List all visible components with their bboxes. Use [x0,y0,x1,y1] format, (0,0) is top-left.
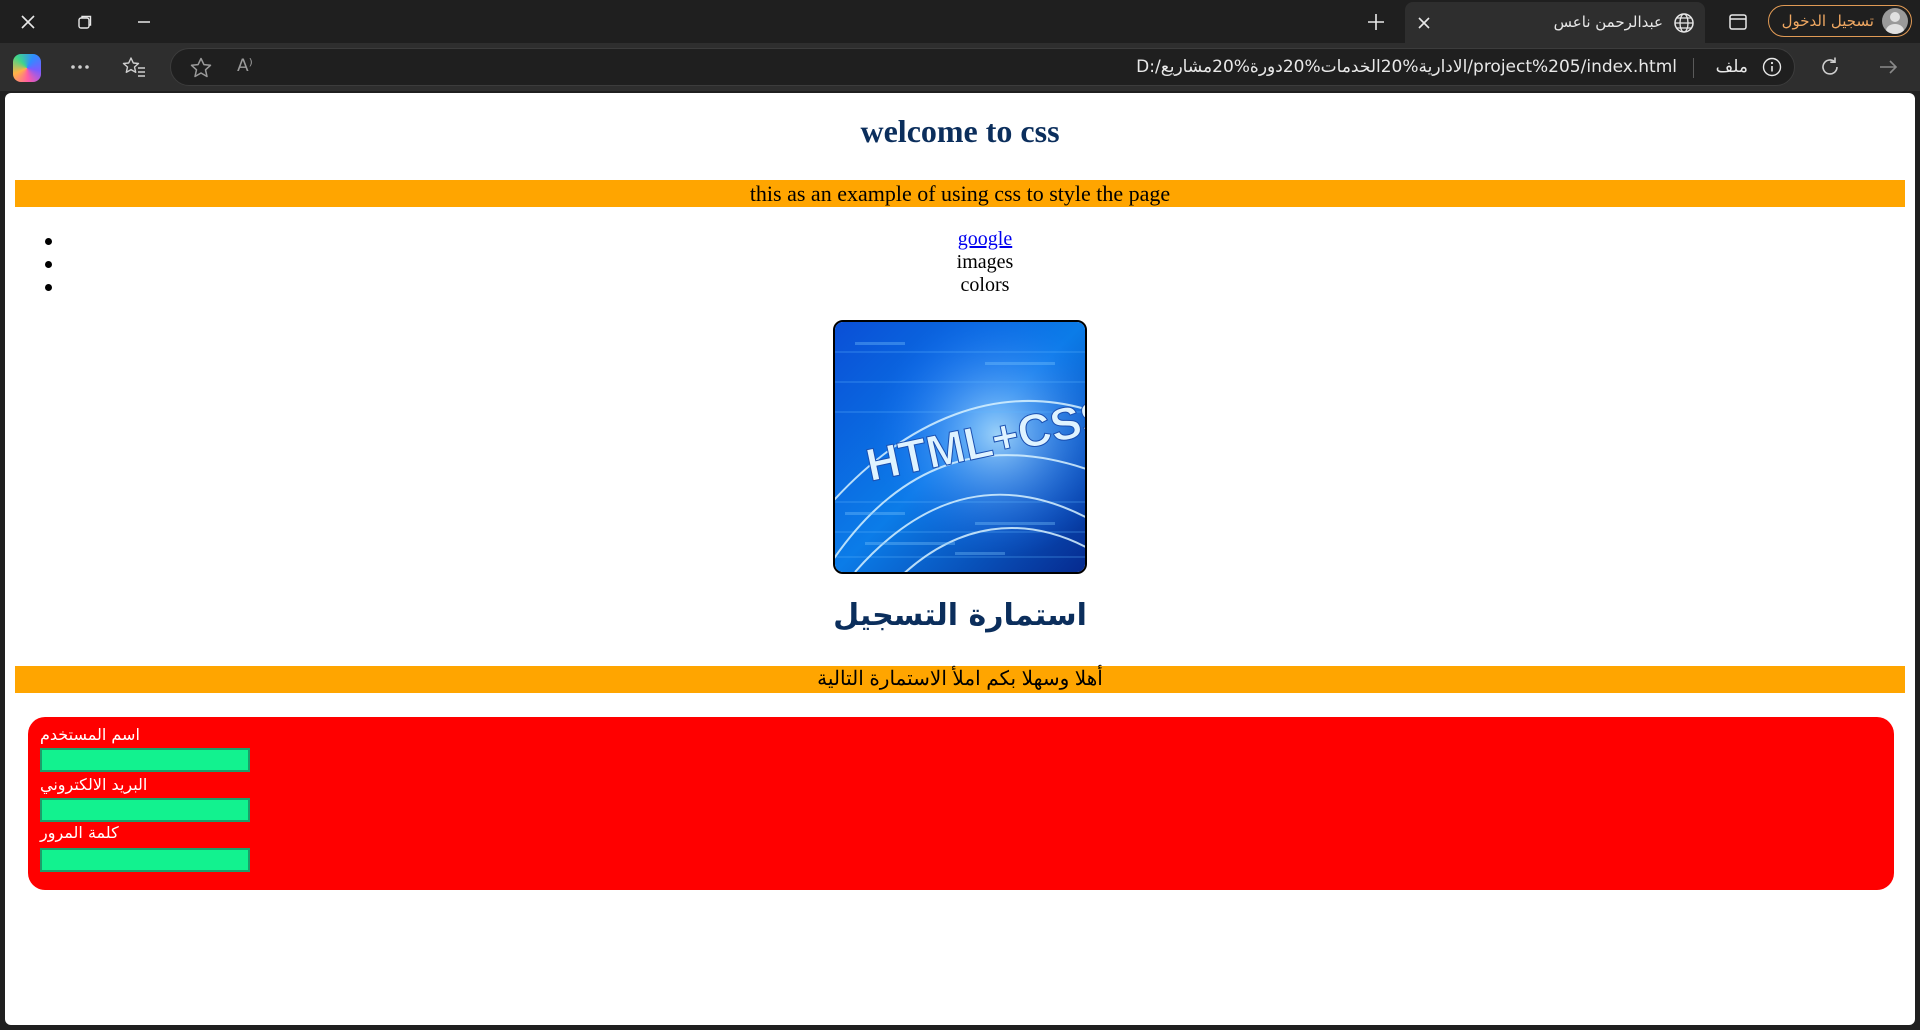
list-item: google [5,228,1915,251]
favorites-button[interactable] [118,51,150,83]
username-label: اسم المستخدم [40,725,140,744]
tab-actions-icon [1729,14,1747,30]
globe-icon [1674,13,1694,33]
close-icon [21,14,35,29]
list-item: images [5,251,1915,274]
tab-actions-button[interactable] [1725,9,1751,35]
minimize-icon [138,20,150,23]
page-title: welcome to css [860,113,1060,149]
sign-in-label: تسجيل الدخول [1781,12,1874,30]
form-intro-band: أهلا وسهلا بكم املأ الاستمارة التالية [15,666,1905,693]
star-icon[interactable] [189,56,213,80]
registration-form: اسم المستخدم البريد الالكتروني كلمة المر… [28,717,1894,890]
refresh-icon [1822,57,1838,75]
page-viewport: welcome to css this as an example of usi… [5,93,1915,1025]
restore-icon [78,15,92,29]
avatar-icon [1882,8,1908,34]
read-aloud-icon[interactable]: A⁾ [237,56,253,76]
new-tab-button[interactable] [1360,6,1392,38]
more-button[interactable] [64,51,96,83]
back-arrow-icon [1880,60,1898,74]
browser-tab[interactable]: عبدالرحمن ناعس [1405,2,1705,43]
minimize-window-button[interactable] [116,0,172,43]
address-bar[interactable]: A⁾ D:/الادارية%20الخدمات%20دورة%20مشاريع… [170,48,1795,86]
username-field[interactable] [40,748,250,772]
html-css-image: HTML+CSS [833,320,1087,574]
title-bar: عبدالرحمن ناعس تسجيل الدخول [0,0,1920,43]
info-icon[interactable] [1762,57,1782,77]
favorites-icon [122,57,145,77]
copilot-icon[interactable] [13,54,41,82]
sign-in-button[interactable]: تسجيل الدخول [1768,5,1912,37]
restore-window-button[interactable] [57,0,113,43]
plus-icon [1368,14,1384,30]
email-field[interactable] [40,798,250,822]
close-window-button[interactable] [0,0,56,43]
tab-title: عبدالرحمن ناعس [1553,13,1663,31]
tab-close-button[interactable] [1411,10,1437,36]
google-link[interactable]: google [958,228,1012,250]
password-field[interactable] [40,848,250,872]
file-label: ملف [1715,57,1748,77]
url-text[interactable]: D:/الادارية%20الخدمات%20دورة%20مشاريع/pr… [1136,57,1677,77]
close-icon [1418,17,1430,29]
form-heading: استمارة التسجيل [833,598,1087,633]
intro-band: this as an example of using css to style… [15,180,1905,207]
more-icon [71,65,89,69]
email-label: البريد الالكتروني [40,775,148,794]
list-item: colors [5,274,1915,297]
refresh-button[interactable] [1814,51,1846,83]
password-label: كلمة المرور [40,823,119,842]
address-separator [1693,58,1694,78]
nav-list: google images colors [5,228,1915,297]
back-button[interactable] [1872,51,1904,83]
browser-toolbar: A⁾ D:/الادارية%20الخدمات%20دورة%20مشاريع… [0,43,1920,91]
